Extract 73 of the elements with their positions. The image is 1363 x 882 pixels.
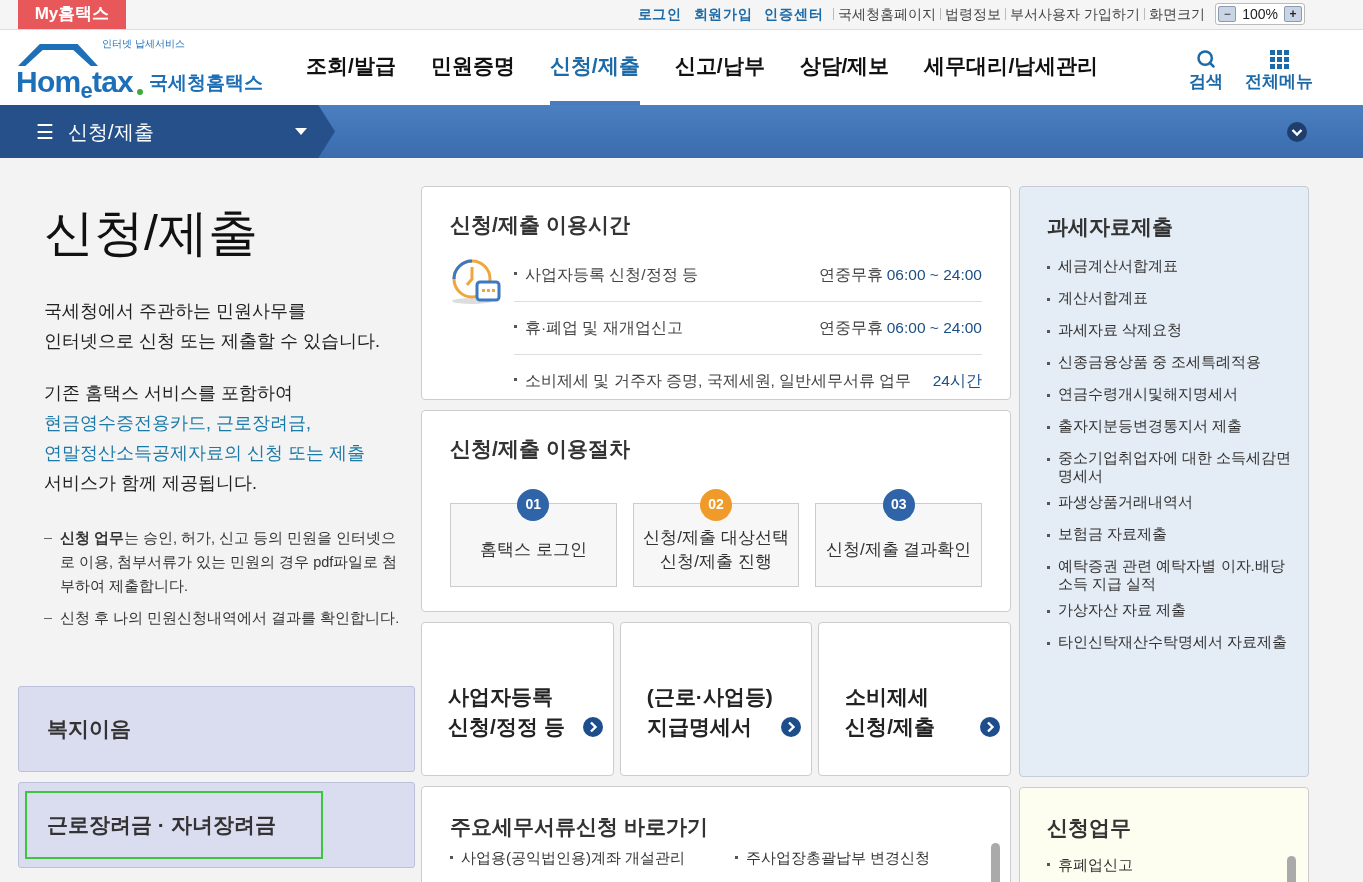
search-icon	[1196, 48, 1216, 69]
description-text: 국세청에서 주관하는 민원사무를 인터넷으로 신청 또는 제출할 수 있습니다.	[44, 300, 381, 353]
note-text: 신청 후 나의 민원신청내역에서 결과를 확인합니다.	[60, 609, 400, 628]
dash-icon	[44, 618, 52, 619]
tax-data-link[interactable]: 신종금융상품 중 조세특례적용	[1058, 352, 1262, 371]
arrow-circle-icon	[582, 717, 603, 737]
tax-data-link[interactable]: 예탁증권 관련 예탁자별 이자.배당소득 지급 실적	[1058, 556, 1292, 593]
top-link[interactable]: 국세청홈페이지	[838, 3, 937, 25]
grid-icon	[1269, 48, 1289, 69]
time-text: 06:00 ~ 24:00	[886, 317, 982, 338]
arrow-circle-icon	[781, 717, 802, 737]
shortcut-card[interactable]: 소비제세 신청/제출	[818, 622, 1011, 776]
section-title: 신청/제출 이용절차	[450, 436, 631, 462]
arrow-circle-icon	[980, 717, 1000, 737]
my-hometax-tab[interactable]: My홈택스	[18, 0, 126, 29]
tax-data-link[interactable]: 타인신탁재산수탁명세서 자료제출	[1058, 632, 1288, 651]
nav-tab[interactable]: 신고/납부	[674, 30, 765, 105]
top-link[interactable]: 로그인	[637, 3, 682, 25]
step-number: 03	[882, 488, 915, 521]
zoom-value: 100%	[1242, 4, 1278, 24]
top-link[interactable]: 인증센터	[764, 3, 824, 25]
application-link[interactable]: 휴폐업신고	[1058, 853, 1133, 876]
dash-icon	[44, 538, 52, 539]
task-text[interactable]: 사업자등록 신청/정정 등	[525, 262, 698, 287]
section-title: 주요세무서류신청 바로가기	[450, 814, 709, 840]
nav-tab[interactable]: 조회/발급	[306, 30, 396, 105]
zoom-label: 화면크기	[1149, 4, 1206, 24]
page-title: 신청/제출	[44, 208, 259, 258]
tax-data-link[interactable]: 파생상품거래내역서	[1058, 492, 1193, 511]
nav-tab[interactable]: 세무대리/납세관리	[924, 30, 1099, 105]
breadcrumb-menu[interactable]: ☰ 신청/제출	[0, 105, 335, 158]
service-link[interactable]: 현금영수증전용카드, 근로장려금, 연말정산소득공제자료의 신청 또는 제출	[44, 408, 411, 468]
nav-tab[interactable]: 상담/제보	[799, 30, 890, 105]
time-text: 06:00 ~ 24:00	[886, 264, 982, 285]
section-title: 과세자료제출	[1047, 214, 1174, 240]
tax-data-link[interactable]: 보험금 자료제출	[1058, 524, 1168, 543]
nav-tab[interactable]: 민원증명	[430, 30, 515, 105]
service-card[interactable]: 복지이음	[18, 686, 415, 772]
hometax-logo[interactable]: 인터넷 납세서비스 Hom$_{e}$tax 국세청홈택스	[16, 30, 296, 105]
caret-icon	[295, 127, 307, 136]
top-link[interactable]: 부서사용자 가입하기	[1010, 3, 1141, 25]
task-text[interactable]: 휴·폐업 및 재개업신고	[525, 315, 683, 340]
description-text: 서비스가 함께 제공됩니다.	[44, 472, 258, 495]
section-title: 신청/제출 이용시간	[450, 212, 631, 238]
search-button[interactable]: 검색	[1189, 48, 1223, 95]
tax-data-link[interactable]: 세금계산서합계표	[1058, 256, 1178, 275]
document-link[interactable]: 주사업장총괄납부 변경신청	[746, 846, 931, 869]
shortcut-card[interactable]: 사업자등록 신청/정정 등	[421, 622, 614, 776]
zoom-out-button[interactable]: −	[1218, 6, 1237, 22]
tax-data-link[interactable]: 출자지분등변경통지서 제출	[1058, 416, 1243, 435]
expand-icon[interactable]	[1287, 121, 1307, 142]
task-text[interactable]: 소비제세 및 거주자 증명, 국제세원, 일반세무서류 업무	[525, 369, 912, 393]
step-number: 02	[700, 488, 732, 521]
document-link[interactable]: 사업용(공익법인용)계좌 개설관리	[461, 846, 686, 869]
section-title: 신청업무	[1047, 815, 1132, 841]
description-text: 기존 홈택스 서비스를 포함하여	[44, 382, 294, 405]
all-menu-button[interactable]: 전체메뉴	[1245, 48, 1313, 95]
time-text: 24시간	[932, 371, 982, 392]
service-card[interactable]: 근로장려금 · 자녀장려금	[18, 782, 415, 868]
tax-data-link[interactable]: 계산서합계표	[1058, 288, 1148, 307]
tax-data-link[interactable]: 연금수령개시및해지명세서	[1058, 384, 1238, 403]
zoom-in-button[interactable]: +	[1284, 6, 1302, 22]
days-text: 연중무휴	[818, 317, 883, 338]
note-text: 신청 업무는 승인, 허가, 신고 등의 민원을 인터넷으로 이용, 첨부서류가 있는 민원의 경우 pdf파일로 첨부하여 제출합니다.	[60, 529, 399, 596]
shortcut-card[interactable]: (근로·사업등) 지급명세서	[619, 622, 813, 776]
step-number: 01	[517, 488, 550, 521]
tax-data-link[interactable]: 가상자산 자료 제출	[1058, 600, 1187, 619]
tax-data-link[interactable]: 과세자료 삭제요청	[1058, 320, 1183, 339]
top-link[interactable]: 법령정보	[945, 3, 1002, 25]
clock-calendar-icon	[450, 258, 502, 305]
top-link[interactable]: 회원가입	[693, 3, 753, 25]
tax-data-link[interactable]: 중소기업취업자에 대한 소득세감면명세서	[1058, 448, 1292, 485]
days-text: 연중무휴	[818, 264, 883, 285]
